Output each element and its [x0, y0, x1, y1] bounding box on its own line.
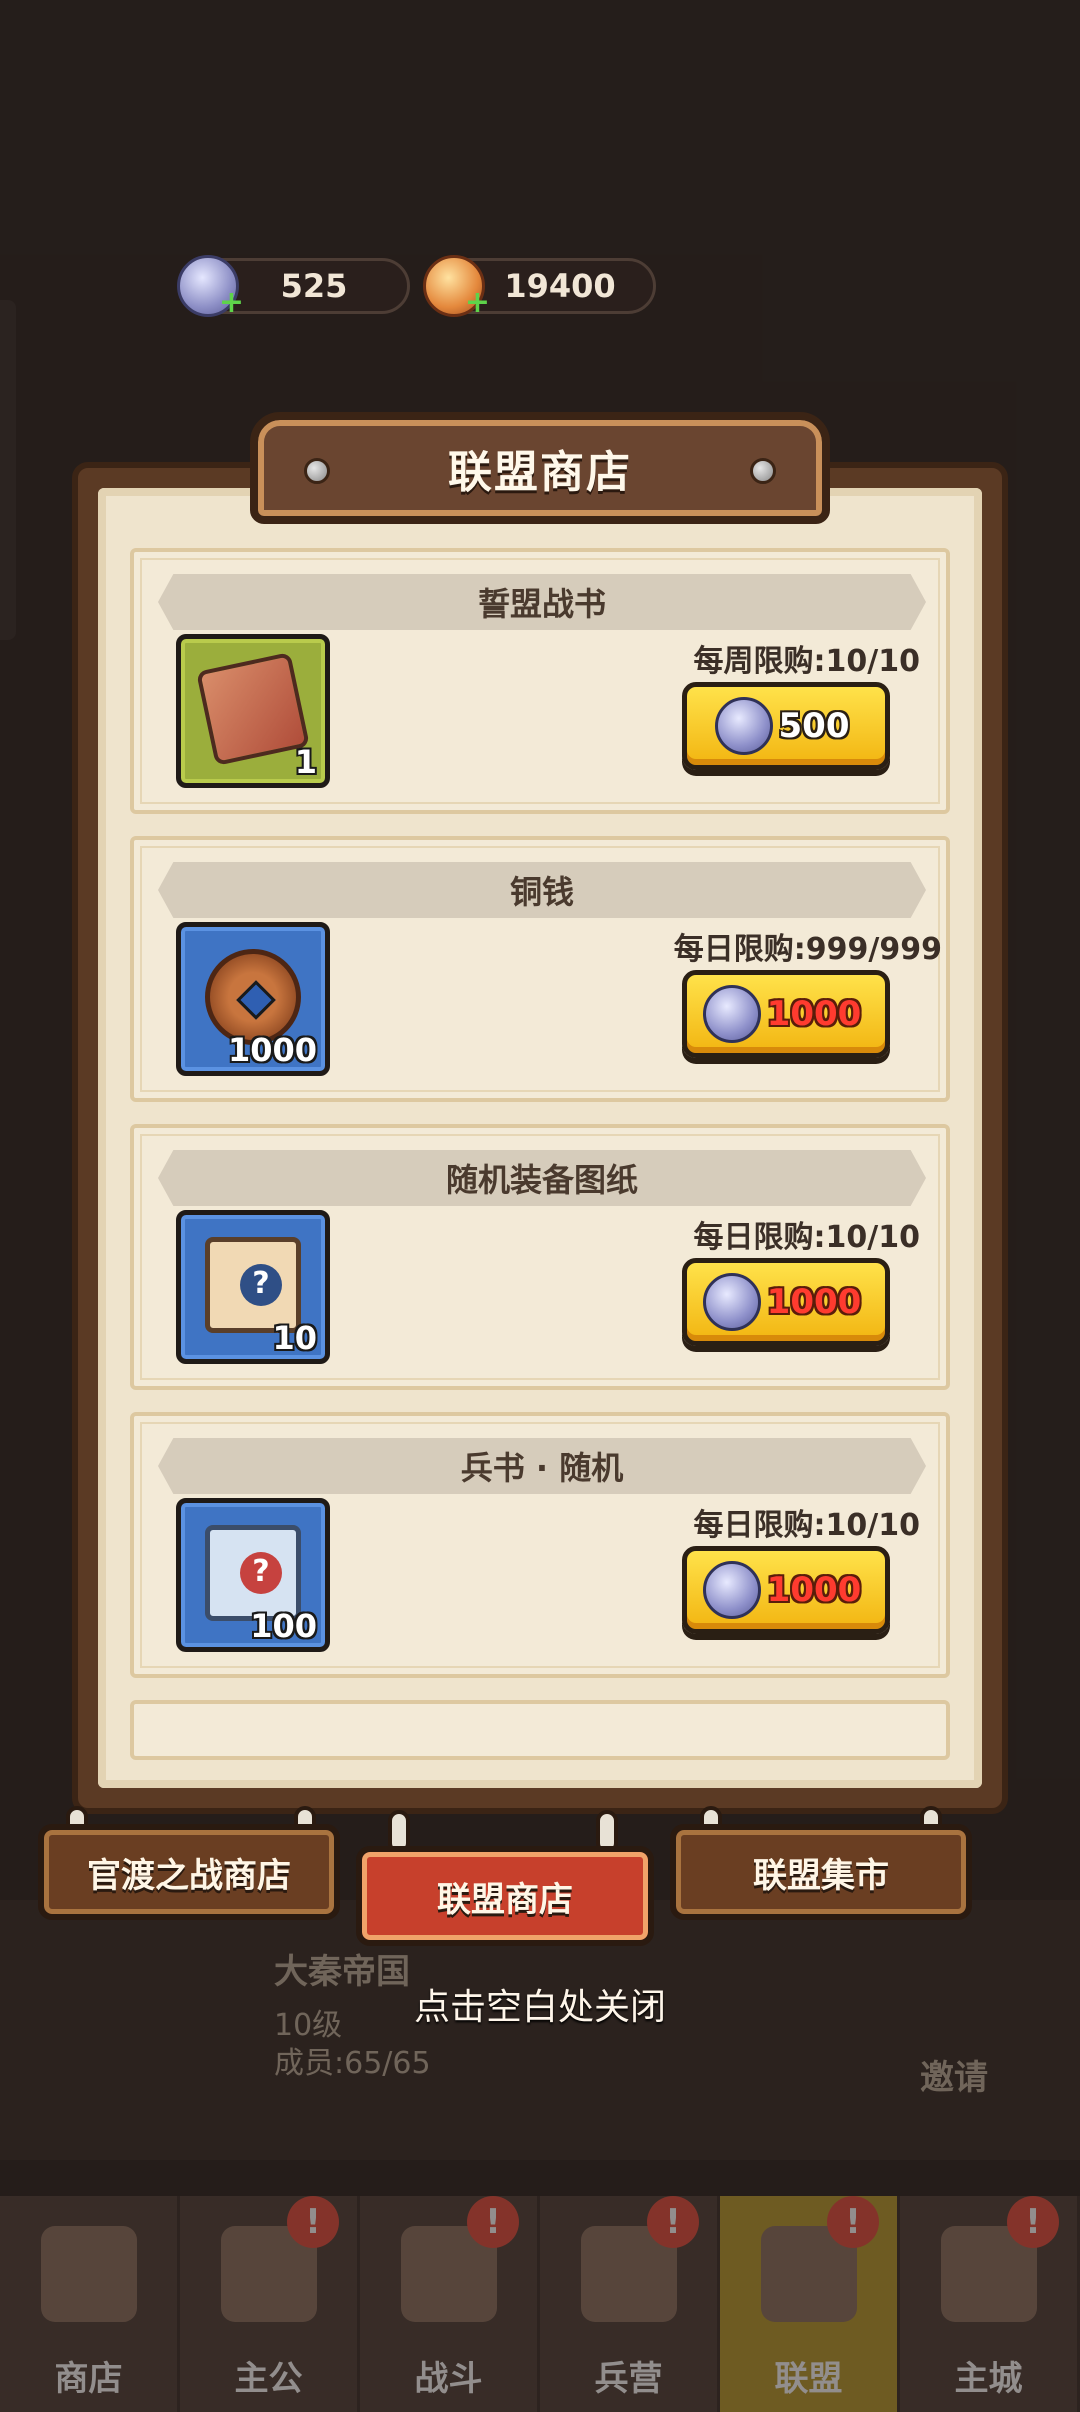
currency-alliance-token[interactable]: + 525 — [177, 255, 410, 320]
question-icon: ? — [240, 1552, 282, 1594]
nav-label: 联盟 — [774, 2359, 843, 2399]
close-hint: 点击空白处关闭 — [413, 1987, 666, 2028]
item-slot[interactable]: 1000 — [176, 922, 330, 1076]
price: 1000 — [766, 1570, 862, 1610]
tab-alliance-market[interactable]: 联盟集市 — [670, 1824, 972, 1920]
currency-gold-token[interactable]: + 19400 — [423, 255, 656, 320]
item-quantity: 1000 — [227, 1031, 317, 1069]
nav-label: 主城 — [954, 2359, 1023, 2399]
purchase-limit: 每周限购:10/10 — [693, 644, 920, 679]
guild-members: 成员:65/65 — [274, 2046, 431, 2081]
price: 1000 — [766, 994, 862, 1034]
nav-battle[interactable]: ! 战斗 — [360, 2196, 540, 2412]
alert-badge-icon: ! — [467, 2196, 519, 2248]
nav-barracks[interactable]: ! 兵营 — [540, 2196, 720, 2412]
item-slot[interactable]: 1 — [176, 634, 330, 788]
panel-title: 联盟商店 — [448, 447, 632, 498]
alert-badge-icon: ! — [827, 2196, 879, 2248]
add-icon[interactable]: + — [465, 285, 490, 320]
shop-item-card-partial — [130, 1700, 950, 1760]
purchase-limit: 每日限购:10/10 — [693, 1508, 920, 1543]
alert-badge-icon: ! — [1007, 2196, 1059, 2248]
item-quantity: 100 — [250, 1607, 317, 1645]
buy-button[interactable]: 500 — [682, 682, 890, 770]
tab-guandu-shop[interactable]: 官渡之战商店 — [38, 1824, 340, 1920]
item-name: 誓盟战书 — [158, 574, 926, 630]
shop-item-card: 随机装备图纸 ? 10 每日限购:10/10 1000 — [130, 1124, 950, 1390]
alliance-token-icon — [702, 1561, 761, 1619]
price: 1000 — [766, 1282, 862, 1322]
bolt-icon — [750, 458, 776, 484]
item-slot[interactable]: ? 100 — [176, 1498, 330, 1652]
item-name: 随机装备图纸 — [158, 1150, 926, 1206]
alert-badge-icon: ! — [647, 2196, 699, 2248]
alliance-token-icon — [714, 697, 773, 755]
add-icon[interactable]: + — [219, 285, 244, 320]
buy-button[interactable]: 1000 — [682, 970, 890, 1058]
panel-title-board: 联盟商店 — [250, 412, 830, 524]
shop-item-card: 铜钱 1000 每日限购:999/999 1000 — [130, 836, 950, 1102]
question-icon: ? — [240, 1264, 282, 1306]
price: 500 — [778, 706, 850, 746]
gold-token-icon: + — [423, 255, 490, 320]
shop-icon — [40, 2226, 137, 2322]
bottom-nav: 商店 ! 主公 ! 战斗 ! 兵营 ! 联盟 ! 主城 — [0, 2196, 1080, 2412]
nav-shop[interactable]: 商店 — [0, 2196, 180, 2412]
shop-item-card: 誓盟战书 1 每周限购:10/10 500 — [130, 548, 950, 814]
nav-lord[interactable]: ! 主公 — [180, 2196, 360, 2412]
nav-label: 主公 — [234, 2359, 303, 2399]
item-quantity: 10 — [272, 1319, 317, 1357]
item-slot[interactable]: ? 10 — [176, 1210, 330, 1364]
item-name: 兵书 · 随机 — [158, 1438, 926, 1494]
alert-badge-icon: ! — [287, 2196, 339, 2248]
purchase-limit: 每日限购:10/10 — [693, 1220, 920, 1255]
purchase-limit: 每日限购:999/999 — [673, 932, 942, 967]
item-quantity: 1 — [294, 743, 317, 781]
buy-button[interactable]: 1000 — [682, 1546, 890, 1634]
currency-value: 525 — [280, 267, 348, 305]
bolt-icon — [304, 458, 330, 484]
nav-label: 战斗 — [414, 2359, 483, 2399]
shop-item-card: 兵书 · 随机 ? 100 每日限购:10/10 1000 — [130, 1412, 950, 1678]
side-drawer-handle — [0, 300, 16, 640]
alliance-token-icon — [702, 985, 761, 1043]
nav-label: 兵营 — [594, 2359, 663, 2399]
book-seal-icon — [196, 652, 310, 766]
alliance-token-icon — [702, 1273, 761, 1331]
item-name: 铜钱 — [158, 862, 926, 918]
buy-button[interactable]: 1000 — [682, 1258, 890, 1346]
invite-label: 邀请 — [920, 2058, 988, 2098]
nav-label: 商店 — [54, 2359, 123, 2399]
tab-alliance-shop[interactable]: 联盟商店 — [356, 1846, 654, 1946]
alliance-token-icon: + — [177, 255, 244, 320]
nav-alliance[interactable]: ! 联盟 — [720, 2196, 900, 2412]
nav-main-city[interactable]: ! 主城 — [900, 2196, 1080, 2412]
